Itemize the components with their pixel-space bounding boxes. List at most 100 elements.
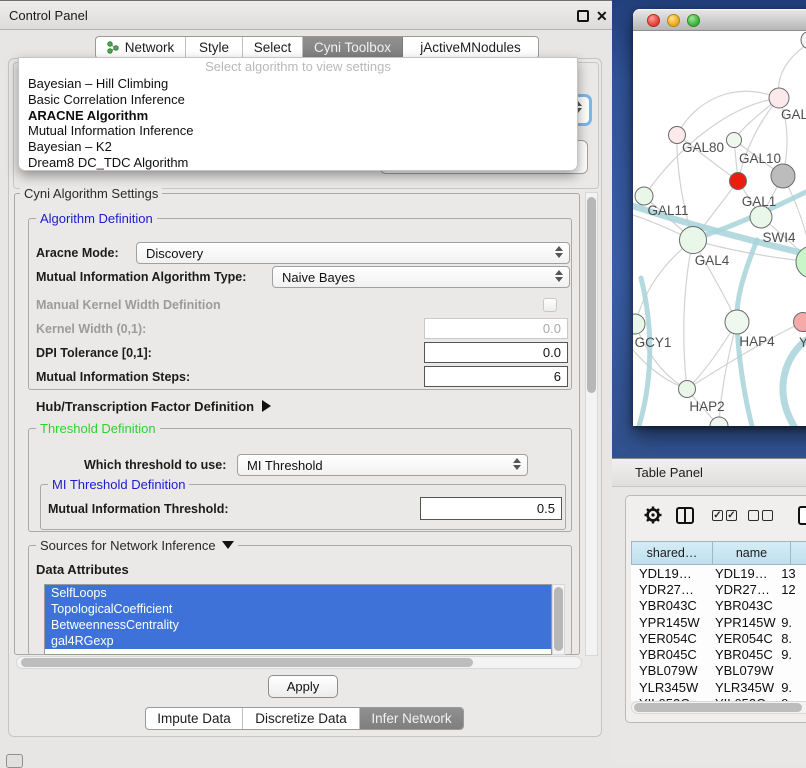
mi-threshold-field[interactable]: 0.5 — [420, 497, 562, 520]
new-column-icon[interactable] — [798, 506, 806, 525]
dpi-tolerance-field[interactable]: 0.0 — [424, 342, 568, 363]
algorithm-option[interactable]: ARACNE Algorithm — [19, 108, 577, 124]
unchecked-checkbox-icon[interactable] — [762, 510, 773, 521]
settings-horizontal-scrollbar[interactable] — [16, 656, 582, 669]
desktop-background: GAL80GAL10GALGAL1GAL11GAL4SWI4GCY1HAP4YH… — [612, 0, 806, 458]
network-node[interactable] — [794, 313, 806, 332]
mi-steps-field[interactable]: 6 — [424, 366, 568, 387]
aracne-mode-select[interactable]: Discovery — [136, 242, 570, 264]
which-threshold-select[interactable]: MI Threshold — [237, 454, 528, 476]
table-horizontal-scrollbar[interactable] — [631, 701, 806, 714]
collapse-arrow-icon — [222, 541, 234, 549]
manual-kernel-label: Manual Kernel Width Definition — [36, 298, 221, 312]
tab-label: Cyni Toolbox — [314, 40, 391, 55]
zoom-traffic-light-icon[interactable] — [687, 14, 700, 27]
network-node[interactable] — [633, 314, 645, 334]
table-row[interactable]: YBR045CYBR045C9. — [631, 646, 806, 662]
table-cell: YBL079W — [707, 663, 779, 678]
table-row[interactable]: YPR145WYPR145W9. — [631, 614, 806, 630]
column-selector-icon[interactable] — [676, 507, 694, 524]
minimize-traffic-light-icon[interactable] — [667, 14, 680, 27]
tab-cyni-toolbox[interactable]: Cyni Toolbox — [303, 37, 403, 58]
table-row[interactable]: YLR345WYLR345W9. — [631, 679, 806, 695]
table-panel: Table Panel ✓ ✓ — [612, 458, 806, 762]
checked-checkbox-icon[interactable]: ✓ — [712, 510, 723, 521]
table-cell: 13 — [779, 566, 806, 581]
mi-threshold-label: Mutual Information Threshold: — [48, 502, 229, 516]
network-node[interactable] — [769, 88, 789, 108]
network-node[interactable] — [680, 227, 707, 254]
attribute-list-item[interactable]: gal4RGexp — [45, 633, 551, 649]
tab-label: Style — [199, 40, 229, 55]
manual-kernel-checkbox[interactable] — [543, 298, 557, 312]
which-threshold-value: MI Threshold — [247, 458, 323, 473]
network-node[interactable] — [679, 381, 696, 398]
unchecked-checkbox-icon[interactable] — [748, 510, 759, 521]
network-node[interactable] — [725, 310, 749, 334]
kernel-width-label: Kernel Width (0,1): — [36, 322, 146, 336]
table-row[interactable]: YBL079WYBL079W — [631, 663, 806, 679]
tab-jactivemnodules[interactable]: jActiveMNodules — [403, 37, 538, 58]
network-graph[interactable]: GAL80GAL10GALGAL1GAL11GAL4SWI4GCY1HAP4YH… — [633, 32, 806, 426]
kernel-width-field[interactable]: 0.0 — [424, 318, 568, 339]
table-row[interactable]: YDL19…YDL19…13 — [631, 565, 806, 581]
network-node[interactable] — [730, 173, 747, 190]
algorithm-option[interactable]: Bayesian – Hill Climbing — [19, 76, 577, 92]
table-header: shared…name — [631, 541, 806, 565]
table-row[interactable]: YER054CYER054C8. — [631, 630, 806, 646]
network-node[interactable] — [801, 32, 806, 49]
column-header[interactable]: shared… — [631, 541, 713, 565]
data-attributes-list[interactable]: SelfLoopsTopologicalCoefficientBetweenne… — [44, 584, 552, 655]
sources-section-toggle[interactable]: Sources for Network Inference — [36, 538, 238, 553]
node-label: HAP4 — [739, 334, 775, 349]
algorithm-option[interactable]: Bayesian – K2 — [19, 139, 577, 155]
attributes-scrollbar[interactable] — [552, 584, 565, 655]
algorithm-option[interactable]: Dream8 DC_TDC Algorithm — [19, 155, 577, 171]
network-node[interactable] — [750, 206, 772, 228]
attribute-list-item[interactable]: TopologicalCoefficient — [45, 601, 551, 617]
apply-button[interactable]: Apply — [268, 675, 338, 698]
tab-style[interactable]: Style — [186, 37, 243, 58]
algorithm-option[interactable]: Mutual Information Inference — [19, 123, 577, 139]
float-panel-icon[interactable] — [577, 10, 589, 22]
table-cell: YDL19… — [707, 566, 779, 581]
collapsed-panel-icon[interactable] — [6, 754, 23, 768]
attribute-list-item[interactable]: SelfLoops — [45, 585, 551, 601]
tab-discretize-data[interactable]: Discretize Data — [243, 708, 360, 729]
tab-network[interactable]: Network — [96, 37, 186, 58]
node-label: GAL4 — [695, 253, 730, 268]
aracne-mode-value: Discovery — [146, 246, 203, 261]
table-cell: YPR145W — [707, 615, 779, 630]
table-cell: 9. — [779, 680, 806, 695]
table-row[interactable]: YDR27…YDR27…12 — [631, 581, 806, 597]
column-header[interactable]: name — [713, 541, 791, 565]
algorithm-dropdown[interactable]: Select algorithm to view settings Bayesi… — [18, 57, 578, 171]
column-header[interactable] — [791, 541, 806, 565]
table-cell: YPR145W — [631, 615, 707, 630]
mi-steps-label: Mutual Information Steps: — [36, 370, 190, 384]
mi-algorithm-type-select[interactable]: Naive Bayes — [272, 266, 570, 288]
network-view-window[interactable]: GAL80GAL10GALGAL1GAL11GAL4SWI4GCY1HAP4YH… — [633, 9, 806, 426]
control-panel-tabs: Network Style Select Cyni Toolbox jActiveMNo… — [95, 36, 539, 59]
network-node[interactable] — [771, 164, 795, 188]
mi-type-label: Mutual Information Algorithm Type: — [36, 270, 246, 284]
settings-vertical-scrollbar[interactable] — [585, 192, 598, 656]
tab-impute-data[interactable]: Impute Data — [146, 708, 243, 729]
close-traffic-light-icon[interactable] — [647, 14, 660, 27]
node-label: GAL80 — [682, 140, 724, 155]
table-row[interactable]: YBR043CYBR043C — [631, 598, 806, 614]
table-rows[interactable]: YDL19…YDL19…13YDR27…YDR27…12YBR043CYBR04… — [631, 565, 806, 701]
gear-icon[interactable] — [644, 506, 662, 524]
tab-select[interactable]: Select — [243, 37, 303, 58]
tab-infer-network[interactable]: Infer Network — [360, 708, 463, 729]
algorithm-option[interactable]: Basic Correlation Inference — [19, 92, 577, 108]
right-side: GAL80GAL10GALGAL1GAL11GAL4SWI4GCY1HAP4YH… — [612, 0, 806, 762]
close-icon[interactable]: ✕ — [596, 6, 608, 26]
network-edge-highlighted — [783, 340, 806, 426]
network-node[interactable] — [727, 133, 742, 148]
network-edge — [635, 324, 687, 389]
checked-checkbox-icon[interactable]: ✓ — [726, 510, 737, 521]
hub-tf-section-toggle[interactable]: Hub/Transcription Factor Definition — [36, 399, 271, 414]
table-cell: YBR045C — [631, 647, 707, 662]
attribute-list-item[interactable]: BetweennessCentrality — [45, 617, 551, 633]
